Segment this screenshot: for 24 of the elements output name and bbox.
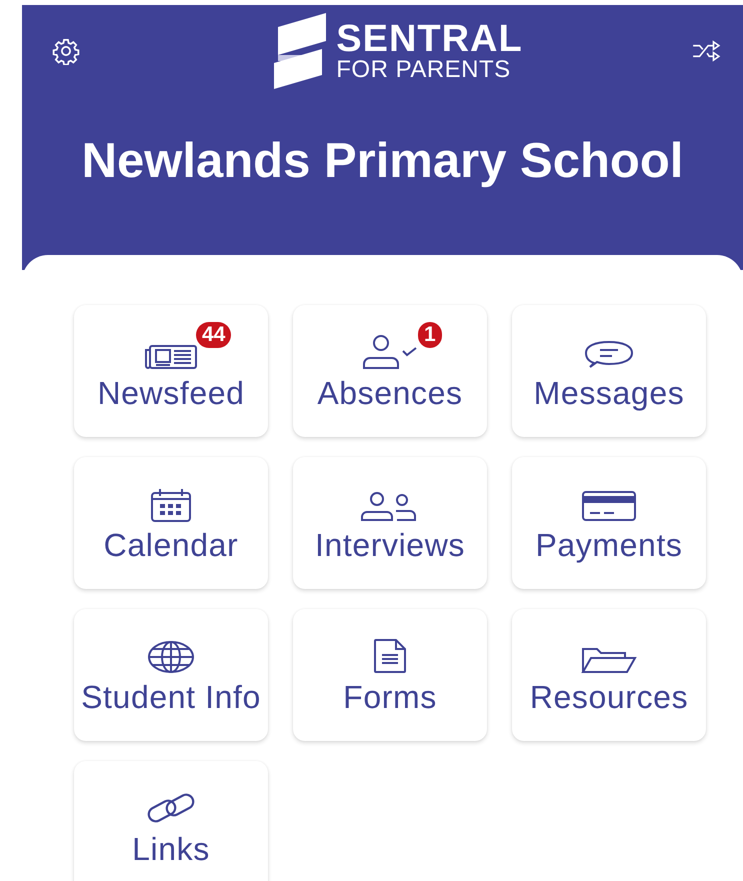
menu-tile[interactable]: 44 Newsfeed [74,305,268,437]
credit-card-icon [581,490,637,522]
logo-name: SENTRAL [336,20,523,58]
menu-tile[interactable]: Payments [512,457,706,589]
menu-tile[interactable]: Forms [293,609,487,741]
count-badge: 44 [196,322,232,348]
menu-tile[interactable]: Messages [512,305,706,437]
count-badge: 1 [418,322,442,348]
menu-tile[interactable]: Interviews [293,457,487,589]
menu-tile[interactable]: Calendar [74,457,268,589]
menu-tile[interactable]: 1 Absences [293,305,487,437]
chat-icon [584,340,634,370]
shuffle-icon[interactable] [690,38,721,64]
menu-tile[interactable]: Student Info [74,609,268,741]
settings-icon[interactable] [52,37,80,65]
document-icon [372,638,408,674]
globe-icon [147,640,195,674]
logo-subtitle: FOR PARENTS [336,58,512,82]
folder-icon [581,646,637,674]
menu-tile[interactable]: Resources [512,609,706,741]
menu-tile[interactable]: Links [74,761,268,881]
logo-icon [272,13,328,89]
school-name: Newlands Primary School [80,133,684,189]
calendar-icon [150,488,192,522]
